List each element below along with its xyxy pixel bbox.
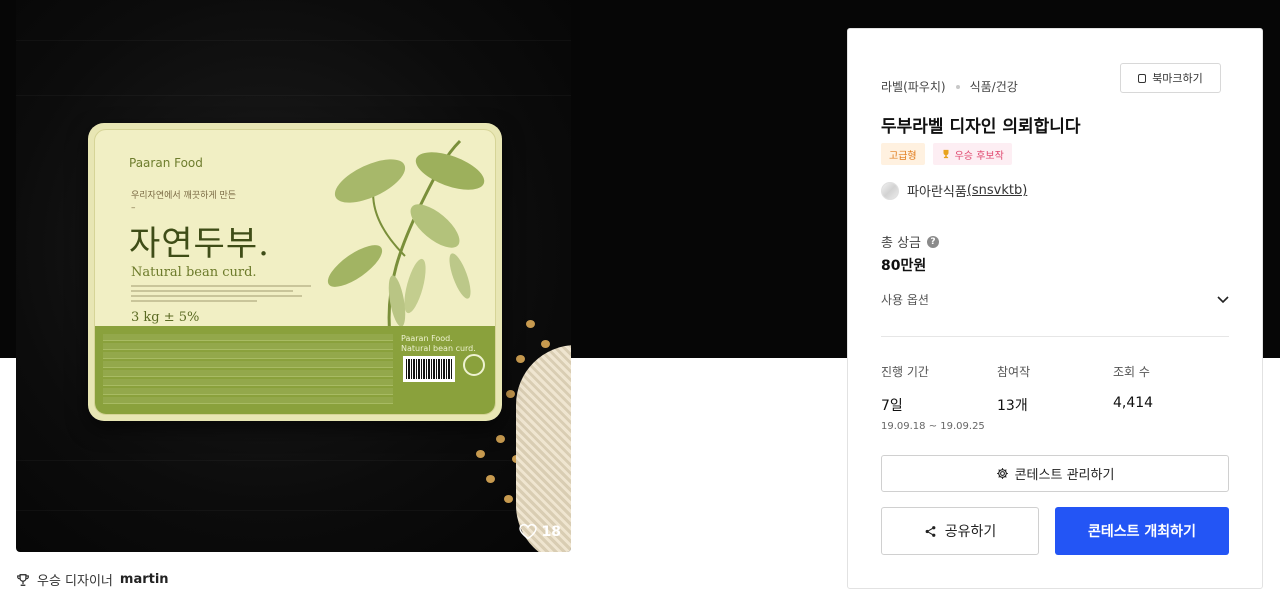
wood-grain [16,40,571,41]
package-brand: Paaran Food [129,156,203,170]
barcode [403,356,455,382]
usage-options-dropdown[interactable]: 사용 옵션 [881,291,1229,308]
category-breadcrumb: 라벨(파우치) 식품/건강 [881,78,1018,95]
badge-group: 고급형 우승 후보작 [881,143,1012,165]
prize-label: 총 상금 ? [881,232,940,251]
share-button[interactable]: 공유하기 [881,507,1039,555]
manage-contest-button[interactable]: 콘테스트 관리하기 [881,455,1229,492]
heart-icon [518,524,537,540]
wood-grain [16,95,571,96]
contest-owner[interactable]: 파아란식품 (snsvktb) [881,181,1027,200]
trophy-icon [17,573,29,586]
category-item[interactable]: 라벨(파우치) [881,78,946,95]
band-brand: Paaran Food. Natural bean curd. [401,334,476,353]
package-weight: 3 kg ± 5% [131,310,200,325]
burlap-sack [516,345,571,552]
wood-grain [16,460,571,461]
divider [881,336,1229,337]
package-info-band: Paaran Food. Natural bean curd. [95,326,495,414]
bookmark-button[interactable]: 북마크하기 [1120,63,1221,93]
recycle-icon [463,354,485,376]
stat-entries: 참여작 13개 [997,365,1031,414]
package-subtitle: 우리자연에서 깨끗하게 만든 – [131,191,237,213]
period-dates: 19.09.18 ~ 19.09.25 [881,421,985,432]
category-item[interactable]: 식품/건강 [970,78,1018,95]
stat-period: 진행 기간 7일 19.09.18 ~ 19.09.25 [881,363,997,432]
winner-name[interactable]: martin [120,572,169,587]
bookmark-label: 북마크하기 [1152,72,1203,85]
owner-id[interactable]: (snsvktb) [967,183,1028,198]
winner-prefix: 우승 디자이너 [37,574,113,589]
category-separator [955,84,960,89]
gear-icon [996,468,1008,479]
prize-value: 80만원 [881,258,927,274]
product-image[interactable]: Paaran Food 우리자연에서 깨끗하게 만든 – 자연두부. Natur… [16,0,571,552]
avatar [881,181,899,200]
package-title: 자연두부. [129,224,270,264]
contest-info-card: 라벨(파우치) 식품/건강 북마크하기 두부라벨 디자인 의뢰합니다 고급형 우… [847,28,1263,589]
share-label: 공유하기 [944,524,997,540]
like-button[interactable]: 18 [518,524,561,540]
like-count: 18 [541,524,561,540]
winner-candidate-label: 우승 후보작 [954,150,1004,162]
help-icon[interactable]: ? [927,235,940,248]
bookmark-icon [1138,73,1147,83]
contest-title: 두부라벨 디자인 의뢰합니다 [881,117,1081,137]
host-contest-button[interactable]: 콘테스트 개최하기 [1055,507,1229,555]
wood-grain [16,510,571,511]
usage-options-label: 사용 옵션 [881,293,929,307]
manage-contest-label: 콘테스트 관리하기 [1014,468,1115,483]
soybean-plant-illustration [327,139,485,336]
share-icon [925,525,936,537]
package-description-lines [131,285,311,305]
trophy-icon [943,149,949,159]
owner-name: 파아란식품 [907,185,967,200]
contest-stats: 진행 기간 7일 19.09.18 ~ 19.09.25 참여작 13개 조회 … [881,363,1229,432]
nutrition-table [103,334,393,406]
winner-designer: 우승 디자이너 martin [16,570,169,589]
chevron-down-icon [1217,295,1229,303]
stat-views: 조회 수 4,414 [1113,365,1154,411]
premium-badge: 고급형 [881,143,925,165]
winner-candidate-badge: 우승 후보작 [932,143,1012,165]
tofu-package: Paaran Food 우리자연에서 깨끗하게 만든 – 자연두부. Natur… [88,123,502,421]
package-english-name: Natural bean curd. [131,265,257,280]
